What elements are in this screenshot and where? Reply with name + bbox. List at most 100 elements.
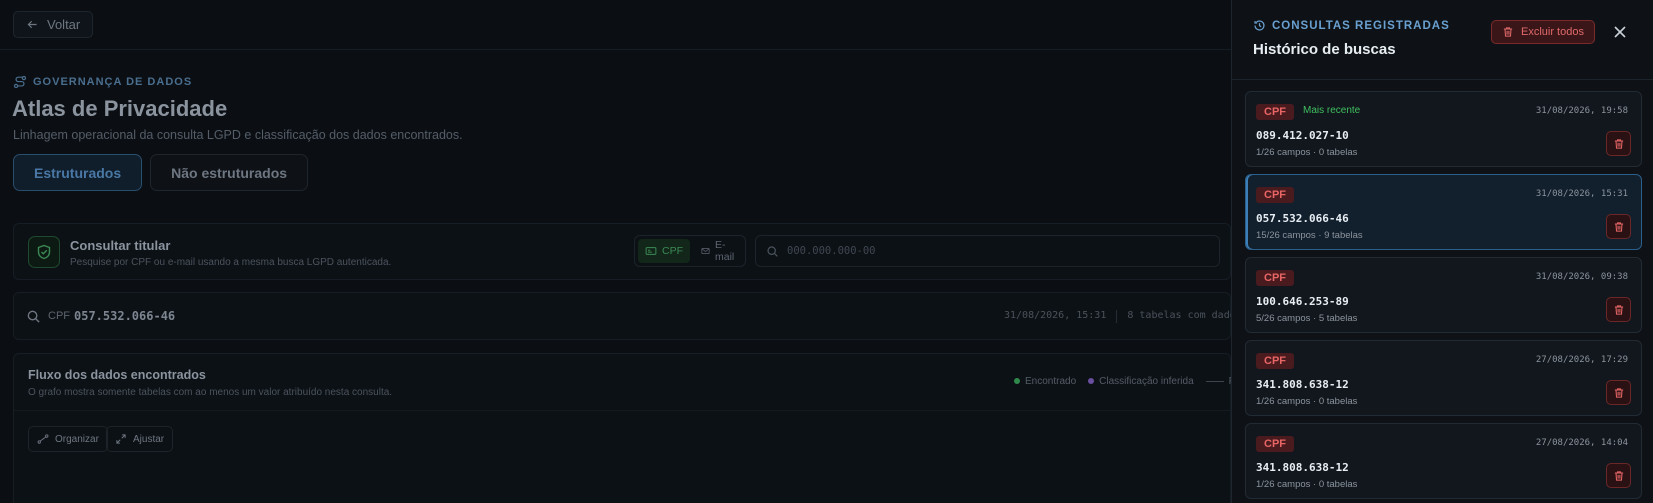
fit-button[interactable]: Ajustar	[106, 426, 174, 452]
delete-item-button[interactable]	[1606, 297, 1631, 322]
drawer-eyebrow: CONSULTAS REGISTRADAS	[1253, 19, 1450, 32]
history-meta: 5/26 campos · 5 tabelas	[1256, 313, 1358, 324]
drawer-header: CONSULTAS REGISTRADAS Histórico de busca…	[1232, 0, 1653, 80]
result-tables: 8 tabelas com dados	[1127, 310, 1242, 321]
tab-estruturados[interactable]: Estruturados	[13, 154, 143, 191]
kind-badge: CPF	[1256, 353, 1294, 369]
top-bar: Voltar	[0, 0, 1231, 50]
history-drawer: CONSULTAS REGISTRADAS Histórico de busca…	[1231, 0, 1653, 503]
divider	[14, 410, 1230, 411]
most-recent-label: Mais recente	[1303, 105, 1361, 116]
history-value: 057.532.066-46	[1256, 212, 1349, 225]
trash-icon	[1614, 387, 1623, 398]
layout-icon	[37, 434, 49, 444]
history-meta: 1/26 campos · 0 tabelas	[1256, 396, 1358, 407]
history-date: 31/08/2026, 15:31	[1535, 189, 1628, 199]
history-value: 100.646.253-89	[1256, 295, 1349, 308]
consult-title: Consultar titular	[70, 238, 171, 253]
history-item[interactable]: CPF 31/08/2026, 15:31 057.532.066-46 15/…	[1245, 174, 1642, 250]
close-icon	[1614, 26, 1626, 38]
result-timestamp: 31/08/2026, 15:31	[1004, 310, 1107, 321]
flow-title: Fluxo dos dados encontrados	[28, 368, 206, 382]
line-icon	[1205, 380, 1224, 382]
kind-badge: CPF	[1256, 187, 1294, 203]
trash-icon	[1503, 27, 1513, 37]
tab-nao-estruturados[interactable]: Não estruturados	[150, 154, 309, 191]
history-value: 089.412.027-10	[1256, 129, 1349, 142]
trash-icon	[1614, 221, 1623, 232]
expand-icon	[116, 434, 126, 444]
history-value: 341.808.638-12	[1256, 378, 1349, 391]
cpf-input-placeholder: 000.000.000-00	[787, 245, 876, 257]
toggle-cpf-label: CPF	[662, 245, 683, 257]
result-kind: CPF	[48, 310, 70, 322]
delete-all-button[interactable]: Excluir todos	[1491, 20, 1595, 44]
delete-item-button[interactable]	[1606, 380, 1631, 405]
page-title: Atlas de Privacidade	[12, 96, 228, 121]
kind-badge: CPF	[1256, 436, 1294, 452]
delete-item-button[interactable]	[1606, 214, 1631, 239]
legend-inferred-label: Classificação inferida	[1099, 376, 1194, 387]
search-icon	[27, 310, 40, 323]
search-icon	[767, 245, 778, 257]
delete-all-label: Excluir todos	[1521, 26, 1584, 38]
organize-label: Organizar	[55, 433, 99, 445]
delete-item-button[interactable]	[1606, 131, 1631, 156]
fit-label: Ajustar	[133, 433, 165, 445]
search-type-toggle: CPF E-mail	[634, 235, 746, 267]
legend-inferred: Classificação inferida	[1088, 376, 1194, 387]
drawer-title: Histórico de buscas	[1253, 41, 1396, 58]
kind-badge: CPF	[1256, 270, 1294, 286]
page-subtitle: Linhagem operacional da consulta LGPD e …	[13, 128, 463, 142]
legend-found-label: Encontrado	[1025, 376, 1077, 387]
dot-icon	[1014, 378, 1020, 384]
current-result-bar: CPF 057.532.066-46 31/08/2026, 15:31 8 t…	[13, 292, 1242, 340]
dot-icon	[1088, 378, 1095, 384]
page-eyebrow: GOVERNANÇA DE DADOS	[13, 75, 192, 89]
trash-icon	[1614, 138, 1623, 149]
history-item[interactable]: CPF 31/08/2026, 09:38 100.646.253-89 5/2…	[1245, 257, 1642, 333]
history-list: CPF Mais recente 31/08/2026, 19:58 089.4…	[1245, 91, 1642, 503]
close-button[interactable]	[1610, 22, 1630, 42]
trash-icon	[1614, 470, 1623, 481]
toggle-email[interactable]: E-mail	[694, 239, 744, 263]
history-item[interactable]: CPF 27/08/2026, 14:04 341.808.638-12 1/2…	[1245, 423, 1642, 499]
result-meta: 31/08/2026, 15:31 8 tabelas com dados	[1004, 310, 1242, 323]
back-label: Voltar	[47, 17, 81, 32]
cpf-search-input[interactable]: 000.000.000-00	[755, 235, 1220, 267]
data-flow-card: Fluxo dos dados encontrados O grafo most…	[13, 353, 1235, 503]
history-icon	[1254, 20, 1265, 31]
arrow-left-icon	[27, 20, 37, 29]
history-item[interactable]: CPF 27/08/2026, 17:29 341.808.638-12 1/2…	[1245, 340, 1642, 416]
history-item[interactable]: CPF Mais recente 31/08/2026, 19:58 089.4…	[1245, 91, 1642, 167]
kind-badge: CPF	[1256, 104, 1294, 120]
page-eyebrow-text: GOVERNANÇA DE DADOS	[33, 76, 193, 88]
toggle-cpf[interactable]: CPF	[638, 239, 690, 263]
drawer-eyebrow-text: CONSULTAS REGISTRADAS	[1272, 19, 1450, 32]
consult-subtitle: Pesquise por CPF ou e-mail usando a mesm…	[70, 257, 392, 268]
history-value: 341.808.638-12	[1256, 461, 1349, 474]
legend-found: Encontrado	[1014, 376, 1076, 387]
delete-item-button[interactable]	[1606, 463, 1631, 488]
result-value: 057.532.066-46	[74, 309, 176, 323]
history-meta: 1/26 campos · 0 tabelas	[1256, 147, 1358, 158]
divider	[1116, 310, 1118, 323]
tab-bar: Estruturados Não estruturados	[13, 154, 309, 191]
trash-icon	[1614, 304, 1623, 315]
organize-button[interactable]: Organizar	[28, 426, 108, 452]
history-date: 31/08/2026, 19:58	[1535, 106, 1628, 116]
history-meta: 1/26 campos · 0 tabelas	[1256, 479, 1358, 490]
id-card-icon	[645, 247, 657, 255]
toggle-email-label: E-mail	[714, 239, 735, 263]
route-icon	[13, 75, 27, 89]
shield-badge	[28, 236, 60, 268]
shield-check-icon	[37, 244, 51, 260]
back-button[interactable]: Voltar	[13, 11, 94, 38]
history-date: 31/08/2026, 09:38	[1535, 272, 1628, 282]
mail-icon	[701, 248, 710, 254]
history-meta: 15/26 campos · 9 tabelas	[1256, 230, 1363, 241]
consult-card: Consultar titular Pesquise por CPF ou e-…	[13, 223, 1231, 280]
history-date: 27/08/2026, 17:29	[1535, 355, 1628, 365]
main-page: Voltar GOVERNANÇA DE DADOS Atlas de Priv…	[0, 0, 1242, 503]
flow-legend: Encontrado Classificação inferida F	[1014, 376, 1235, 387]
